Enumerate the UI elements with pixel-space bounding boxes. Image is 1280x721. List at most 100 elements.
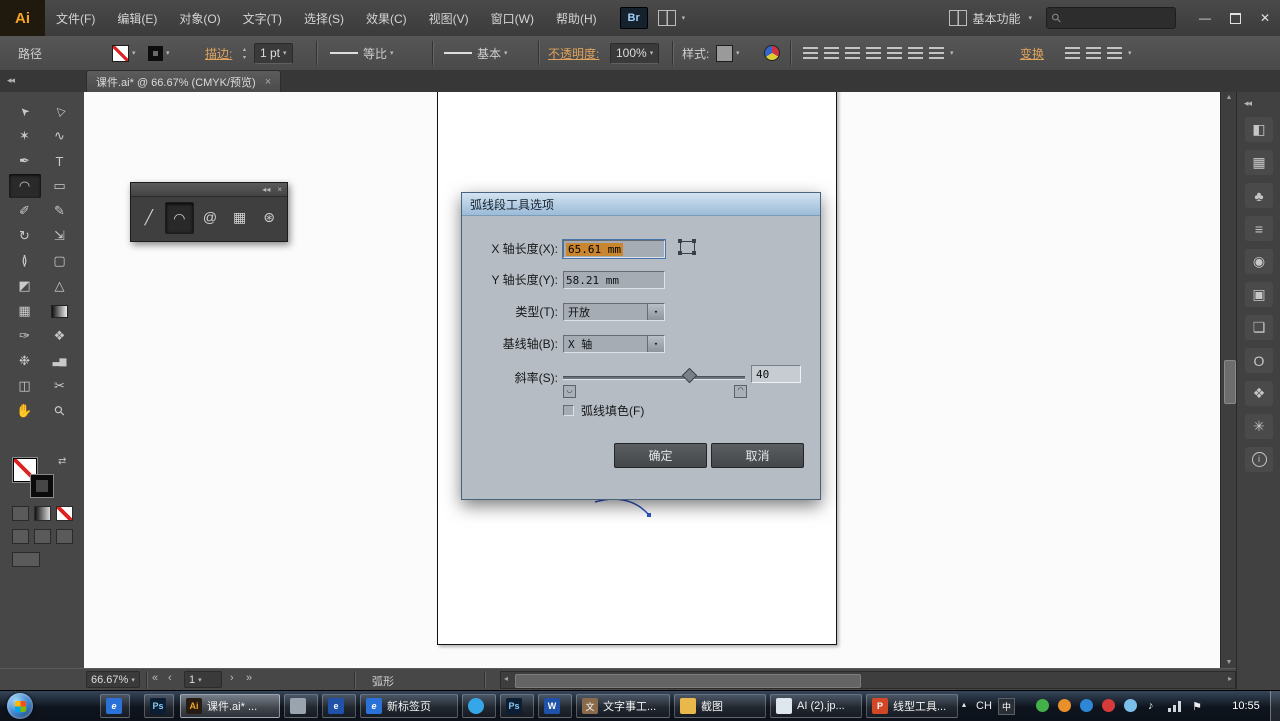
close-button[interactable]: ✕ [1250, 7, 1280, 29]
taskbar-item-word[interactable]: W [538, 694, 572, 718]
taskbar-item-powerpoint[interactable]: P线型工具... [866, 694, 958, 718]
start-button[interactable] [7, 693, 33, 719]
taskbar-item-browser[interactable]: e [322, 694, 356, 718]
tool-slice[interactable]: ✂ [44, 374, 76, 398]
taskbar-item-image-viewer[interactable]: AI (2).jp... [770, 694, 862, 718]
align-left-icon[interactable] [803, 47, 818, 59]
tool-type[interactable]: T [44, 149, 76, 173]
tray-expand-icon[interactable]: ▴ [962, 700, 966, 709]
tool-pencil[interactable]: ✎ [44, 199, 76, 223]
tool-eyedropper[interactable]: ✑ [9, 324, 41, 348]
bridge-icon[interactable]: Br [620, 7, 648, 29]
distribute-middle-icon[interactable] [887, 47, 902, 59]
ime-language-indicator[interactable]: CH [976, 700, 992, 712]
workspace-switcher[interactable]: 基本功能 ▾ [949, 10, 1032, 27]
horizontal-scrollbar[interactable]: ◂ ▸ [500, 671, 1236, 689]
first-artboard-button[interactable]: « [152, 672, 158, 684]
stroke-weight-field[interactable]: 1 pt▾ [254, 43, 293, 64]
draw-behind-button[interactable] [34, 529, 51, 544]
menu-file[interactable]: 文件(F) [45, 0, 106, 36]
line-tools-floating-panel[interactable]: ◂◂ × ╱ ◠ @ ▦ ⊛ [130, 182, 288, 242]
panel-tool-spiral[interactable]: @ [196, 202, 224, 232]
document-tab[interactable]: 课件.ai* @ 66.67% (CMYK/预览) × [86, 70, 281, 92]
slope-slider-track[interactable] [563, 376, 745, 380]
ok-button[interactable]: 确定 [614, 443, 707, 468]
dock-icon-flare[interactable]: ✳ [1245, 414, 1273, 439]
tool-shape-builder[interactable]: ◩ [9, 274, 41, 298]
taskbar-item-messenger[interactable] [462, 694, 496, 718]
tool-gradient[interactable] [44, 299, 76, 323]
tool-column-graph[interactable]: ▃▆ [44, 349, 76, 373]
tool-zoom[interactable]: ⚲ [44, 399, 76, 423]
dock-icon-graphic-styles[interactable]: ▣ [1245, 282, 1273, 307]
chevron-down-icon[interactable]: ▾ [1128, 49, 1132, 57]
transform-panel-link[interactable]: 变换 [1020, 36, 1044, 70]
swap-fill-stroke-icon[interactable]: ⇄ [58, 456, 66, 467]
menu-object[interactable]: 对象(O) [168, 0, 231, 36]
taskbar-item-window[interactable] [284, 694, 318, 718]
floating-panel-titlebar[interactable]: ◂◂ × [131, 183, 287, 197]
last-artboard-button[interactable]: » [246, 672, 252, 684]
chevron-down-icon[interactable]: ▾ [950, 49, 954, 57]
taskbar-item-ie-pinned[interactable]: e [100, 694, 130, 718]
style-swatch-dropdown[interactable]: ▾ [716, 36, 740, 70]
transform-icon-1[interactable] [1065, 47, 1080, 59]
scroll-left-icon[interactable]: ◂ [504, 674, 508, 683]
vertical-scrollbar-thumb[interactable] [1224, 360, 1236, 404]
fill-swatch[interactable]: ▾ [112, 36, 136, 70]
maximize-button[interactable] [1220, 7, 1250, 29]
tool-direct-selection[interactable]: ▷ [44, 99, 76, 123]
dock-icon-appearance[interactable]: O [1245, 348, 1273, 373]
x-length-field[interactable]: 65.61 mm [563, 240, 665, 258]
arc-tool-options-dialog[interactable]: 弧线段工具选项 X 轴长度(X): 65.61 mm Y 轴长度(Y): 58.… [461, 192, 821, 500]
scroll-down-icon[interactable]: ▼ [1221, 659, 1237, 666]
tray-red-app-icon[interactable] [1102, 699, 1115, 712]
draw-normal-button[interactable] [12, 529, 29, 544]
panel-collapse-icon[interactable]: ◂◂ [262, 185, 270, 194]
transform-icon-3[interactable] [1107, 47, 1122, 59]
tool-magic-wand[interactable]: ✶ [9, 124, 41, 148]
fill-arc-checkbox[interactable] [563, 405, 574, 416]
base-axis-dropdown[interactable]: X 轴 ▾ [563, 335, 665, 353]
artboard-number-field[interactable]: 1▾ [184, 671, 222, 688]
dock-icon-symbols[interactable]: ♣ [1245, 183, 1273, 208]
dock-icon-pathfinder[interactable]: ❖ [1245, 381, 1273, 406]
tool-perspective-grid[interactable]: △ [44, 274, 76, 298]
tool-rotate[interactable]: ↻ [9, 224, 41, 248]
panel-close-icon[interactable]: × [277, 185, 282, 194]
type-dropdown[interactable]: 开放 ▾ [563, 303, 665, 321]
next-artboard-button[interactable]: › [230, 672, 234, 684]
tool-hand[interactable]: ✋ [9, 399, 41, 423]
search-input[interactable]: ⚲ [1046, 7, 1176, 29]
scroll-right-icon[interactable]: ▸ [1228, 674, 1232, 683]
scroll-up-icon[interactable]: ▲ [1221, 94, 1237, 101]
show-desktop-button[interactable] [1270, 691, 1280, 721]
align-artboard-icon[interactable] [929, 47, 944, 59]
distribute-top-icon[interactable] [866, 47, 881, 59]
stepper-up-icon[interactable]: ▴ [243, 46, 246, 53]
collapse-panels-icon[interactable]: ◂◂ [7, 75, 14, 86]
menu-window[interactable]: 窗口(W) [480, 0, 545, 36]
taskbar-item-photoshop-pinned[interactable]: Ps [144, 694, 174, 718]
tray-lightblue-app-icon[interactable] [1124, 699, 1137, 712]
width-profile-dropdown[interactable]: 等比▾ [330, 36, 394, 70]
menu-select[interactable]: 选择(S) [293, 0, 355, 36]
taskbar-item-document[interactable]: 文文字事工... [576, 694, 670, 718]
stepper-down-icon[interactable]: ▾ [243, 54, 246, 61]
expand-panels-icon[interactable]: ◂◂ [1237, 92, 1280, 109]
taskbar-clock[interactable]: 10:55 [1224, 700, 1268, 712]
reference-point-locator[interactable] [677, 238, 697, 256]
taskbar-item-screenshot-folder[interactable]: 截图 [674, 694, 766, 718]
menu-type[interactable]: 文字(T) [232, 0, 293, 36]
tool-selection[interactable]: ➤ [9, 99, 41, 123]
tool-paintbrush[interactable]: ✐ [9, 199, 41, 223]
network-icon[interactable] [1168, 701, 1181, 712]
tool-symbol-sprayer[interactable]: ❉ [9, 349, 41, 373]
menu-edit[interactable]: 编辑(E) [106, 0, 168, 36]
gradient-button[interactable] [34, 506, 51, 521]
slope-value-field[interactable]: 40 [751, 365, 801, 383]
dialog-titlebar[interactable]: 弧线段工具选项 [462, 193, 820, 216]
dock-icon-swatches[interactable]: ▦ [1245, 150, 1273, 175]
screen-mode-button[interactable] [12, 552, 40, 567]
stroke-swatch[interactable]: ▾ [148, 36, 170, 70]
